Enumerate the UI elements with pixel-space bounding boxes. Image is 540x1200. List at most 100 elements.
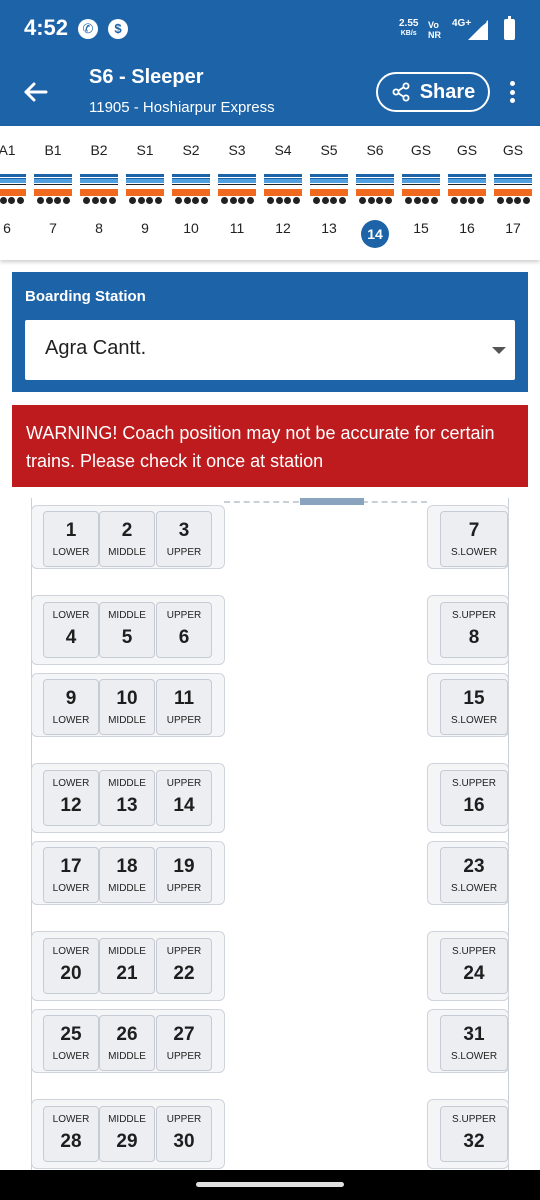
berth-seat[interactable]: 18 MIDDLE bbox=[99, 847, 155, 903]
berth-seat[interactable]: 21 MIDDLE bbox=[99, 938, 155, 994]
more-options-icon[interactable] bbox=[502, 78, 522, 106]
berth-seat[interactable]: 29 MIDDLE bbox=[99, 1106, 155, 1162]
share-button[interactable]: Share bbox=[376, 72, 490, 112]
coach-number[interactable]: 7 bbox=[30, 220, 76, 236]
side-berth-seat[interactable]: 7 S.LOWER bbox=[440, 511, 508, 567]
coach-label[interactable]: S3 bbox=[214, 142, 260, 158]
berth-number: 10 bbox=[116, 688, 138, 709]
coach-number[interactable]: 15 bbox=[398, 220, 444, 236]
berth-seat[interactable]: 4 LOWER bbox=[43, 602, 99, 658]
berth-seat[interactable]: 14 UPPER bbox=[156, 770, 212, 826]
berth-type: UPPER bbox=[166, 715, 202, 726]
coach-train-icon[interactable] bbox=[0, 174, 26, 204]
boarding-station-dropdown[interactable]: Agra Cantt. bbox=[25, 320, 515, 380]
coach-train-icon[interactable] bbox=[310, 174, 348, 204]
share-label: Share bbox=[419, 80, 476, 103]
berth-seat[interactable]: 10 MIDDLE bbox=[99, 679, 155, 735]
berth-seat[interactable]: 17 LOWER bbox=[43, 847, 99, 903]
coach-number[interactable]: 13 bbox=[306, 220, 352, 236]
berth-seat[interactable]: 19 UPPER bbox=[156, 847, 212, 903]
coach-label[interactable]: GS bbox=[490, 142, 536, 158]
coach-train-icon[interactable] bbox=[494, 174, 532, 204]
coach-number[interactable]: 10 bbox=[168, 220, 214, 236]
coach-train-icon[interactable] bbox=[34, 174, 72, 204]
berth-type: UPPER bbox=[166, 778, 202, 789]
coach-label[interactable]: S2 bbox=[168, 142, 214, 158]
boarding-station-card: Boarding Station Agra Cantt. bbox=[12, 272, 528, 392]
side-berth-seat[interactable]: 16 S.UPPER bbox=[440, 770, 508, 826]
coach-label[interactable]: S5 bbox=[306, 142, 352, 158]
berth-number: 6 bbox=[178, 627, 190, 648]
coach-label[interactable]: S4 bbox=[260, 142, 306, 158]
berth-seat[interactable]: 2 MIDDLE bbox=[99, 511, 155, 567]
berth-type: UPPER bbox=[166, 883, 202, 894]
coach-number[interactable]: 9 bbox=[122, 220, 168, 236]
berth-seat[interactable]: 25 LOWER bbox=[43, 1015, 99, 1071]
berth-number: 4 bbox=[65, 627, 77, 648]
coach-label[interactable]: S1 bbox=[122, 142, 168, 158]
app-bar: S6 - Sleeper 11905 - Hoshiarpur Express … bbox=[0, 58, 540, 126]
berth-type: LOWER bbox=[52, 715, 90, 726]
berth-seat[interactable]: 22 UPPER bbox=[156, 938, 212, 994]
berth-seat[interactable]: 9 LOWER bbox=[43, 679, 99, 735]
side-berth-seat[interactable]: 24 S.UPPER bbox=[440, 938, 508, 994]
berth-number: 18 bbox=[116, 856, 138, 877]
berth-seat[interactable]: 20 LOWER bbox=[43, 938, 99, 994]
berth-seat[interactable]: 26 MIDDLE bbox=[99, 1015, 155, 1071]
berth-seat[interactable]: 11 UPPER bbox=[156, 679, 212, 735]
berth-seat[interactable]: 13 MIDDLE bbox=[99, 770, 155, 826]
berth-number: 15 bbox=[463, 688, 485, 709]
berth-seat[interactable]: 30 UPPER bbox=[156, 1106, 212, 1162]
side-berth-seat[interactable]: 31 S.LOWER bbox=[440, 1015, 508, 1071]
coach-train-icon[interactable] bbox=[402, 174, 440, 204]
berth-number: 8 bbox=[468, 627, 480, 648]
side-berth-seat[interactable]: 8 S.UPPER bbox=[440, 602, 508, 658]
berth-seat[interactable]: 6 UPPER bbox=[156, 602, 212, 658]
berth-number: 22 bbox=[173, 963, 195, 984]
berth-type: MIDDLE bbox=[108, 547, 146, 558]
berth-seat[interactable]: 12 LOWER bbox=[43, 770, 99, 826]
coach-train-icon[interactable] bbox=[448, 174, 486, 204]
coach-number[interactable]: 17 bbox=[490, 220, 536, 236]
coach-label[interactable]: GS bbox=[444, 142, 490, 158]
berth-seat[interactable]: 5 MIDDLE bbox=[99, 602, 155, 658]
coach-train-icon[interactable] bbox=[172, 174, 210, 204]
coach-label[interactable]: A1 bbox=[0, 142, 30, 158]
berth-seat[interactable]: 28 LOWER bbox=[43, 1106, 99, 1162]
berth-number: 7 bbox=[468, 520, 480, 541]
berth-type: MIDDLE bbox=[108, 610, 146, 621]
coach-label[interactable]: S6 bbox=[352, 142, 398, 158]
coach-train-icon[interactable] bbox=[356, 174, 394, 204]
coach-number-selected[interactable]: 14 bbox=[361, 220, 389, 248]
coach-number[interactable]: 8 bbox=[76, 220, 122, 236]
volte-indicator: Vo NR bbox=[428, 20, 441, 40]
side-berth-seat[interactable]: 23 S.LOWER bbox=[440, 847, 508, 903]
coach-number[interactable]: 16 bbox=[444, 220, 490, 236]
berth-number: 3 bbox=[178, 520, 190, 541]
berth-type: S.UPPER bbox=[452, 1114, 496, 1125]
coach-train-icon[interactable] bbox=[126, 174, 164, 204]
home-gesture-handle[interactable] bbox=[196, 1182, 344, 1187]
berth-type: LOWER bbox=[52, 946, 90, 957]
coach-train-icon[interactable] bbox=[80, 174, 118, 204]
back-arrow-icon[interactable] bbox=[20, 76, 52, 108]
coach-label[interactable]: B1 bbox=[30, 142, 76, 158]
status-bar: 4:52 ✆ $ 2.55 KB/s Vo NR 4G+ bbox=[0, 0, 540, 58]
berth-number: 27 bbox=[173, 1024, 195, 1045]
berth-seat[interactable]: 3 UPPER bbox=[156, 511, 212, 567]
coach-number[interactable]: 12 bbox=[260, 220, 306, 236]
berth-seat[interactable]: 27 UPPER bbox=[156, 1015, 212, 1071]
coach-number[interactable]: 6 bbox=[0, 220, 30, 236]
berth-number: 13 bbox=[116, 795, 138, 816]
coach-label[interactable]: GS bbox=[398, 142, 444, 158]
berth-number: 1 bbox=[65, 520, 77, 541]
berth-type: LOWER bbox=[52, 1114, 90, 1125]
coach-train-icon[interactable] bbox=[264, 174, 302, 204]
side-berth-seat[interactable]: 15 S.LOWER bbox=[440, 679, 508, 735]
berth-type: MIDDLE bbox=[108, 946, 146, 957]
coach-train-icon[interactable] bbox=[218, 174, 256, 204]
coach-number[interactable]: 11 bbox=[214, 220, 260, 236]
coach-label[interactable]: B2 bbox=[76, 142, 122, 158]
berth-seat[interactable]: 1 LOWER bbox=[43, 511, 99, 567]
side-berth-seat[interactable]: 32 S.UPPER bbox=[440, 1106, 508, 1162]
